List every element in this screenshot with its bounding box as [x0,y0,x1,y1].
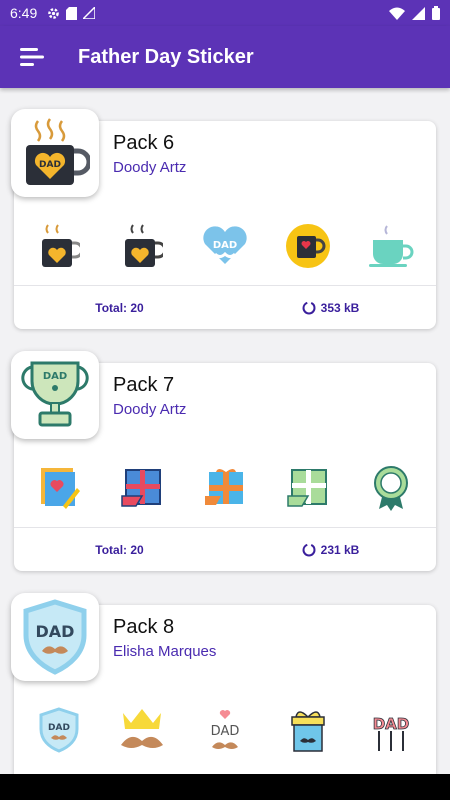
trophy-icon: DAD [21,361,89,427]
pack-author: Elisha Marques [113,643,217,660]
coffee-mug-icon [125,224,164,267]
battery-icon [432,6,440,20]
tea-cup-icon [368,225,414,267]
app-title: Father Day Sticker [78,45,254,68]
shield-icon: DAD [23,599,87,675]
pack-author: Doody Artz [113,401,187,418]
sticker-row: DAD [14,217,436,275]
sticker-row [14,459,436,517]
pack-card[interactable]: DAD Pack 8 Elisha Marques DAD DAD DAD [11,593,436,774]
loading-circle-icon [302,543,316,556]
sticker-item[interactable] [116,462,168,514]
coffee-mug-icon [42,224,81,267]
pack-thumbnail: DAD [11,109,99,197]
sticker-item[interactable] [33,220,85,272]
sticker-item[interactable] [282,462,334,514]
dad-letters-icon: DAD [372,715,409,751]
sticker-item[interactable]: DAD [33,704,85,756]
gear-icon [48,7,60,19]
pack-card[interactable]: DAD Pack 6 Doody Artz DAD Total: 20 353 … [11,109,436,329]
sticker-item[interactable] [116,220,168,272]
pack-thumbnail: DAD [11,351,99,439]
shield-dad-text: DAD [36,622,75,641]
heart-dad-icon: DAD [203,226,247,264]
menu-button[interactable] [0,26,64,88]
pack-name: Pack 6 [113,132,175,154]
mustache-dad-text: DAD [211,724,240,739]
sticker-item[interactable] [282,220,334,272]
sticker-item[interactable] [33,462,85,514]
pack-thumbnail: DAD [11,593,99,681]
card-footer: Total: 20 353 kB [14,286,436,329]
gift-box-icon [287,469,327,507]
pack-size-value: 353 kB [320,300,360,315]
sticker-item[interactable]: DAD [199,704,251,756]
sd-card-icon [66,6,78,20]
status-bar: 6:49 [0,0,450,26]
pack-name: Pack 8 [113,616,175,638]
coffee-mug-icon: DAD [26,118,90,185]
total-count: Total: 20 [95,300,144,315]
menu-icon [20,48,44,66]
sticker-row: DAD DAD DAD [14,701,436,759]
pack-card[interactable]: DAD Pack 7 Doody Artz Total: 20 231 kB [11,351,436,571]
heart-dad-text: DAD [213,240,237,251]
heart-dad-mustache-icon: DAD [211,710,240,749]
pack-list[interactable]: DAD Pack 6 Doody Artz DAD Total: 20 353 … [0,88,450,774]
crown-mustache-icon [121,709,164,748]
sticker-item[interactable] [365,462,417,514]
sticker-item[interactable] [116,704,168,756]
shield-dad-text: DAD [48,723,70,733]
sticker-item[interactable]: DAD [365,704,417,756]
badge-ribbon-icon [373,466,408,511]
pack-size-value: 231 kB [320,542,360,557]
card-footer: Total: 20 231 kB [14,528,436,571]
gift-tag-icon [121,469,162,507]
pack-author: Doody Artz [113,159,187,176]
letters-dad-text: DAD [372,715,409,733]
app-bar: Father Day Sticker [0,26,450,88]
gift-box-icon [204,469,243,505]
coffee-mug-icon [285,224,330,268]
sticker-item[interactable] [365,220,417,272]
pack-name: Pack 7 [113,374,175,396]
gift-box-icon [291,711,325,752]
shield-icon: DAD [39,707,79,753]
sticker-item[interactable]: DAD [199,220,251,272]
total-count: Total: 20 [95,542,144,557]
cellular-icon [412,6,425,20]
pack-size: 353 kB [225,301,436,315]
clock: 6:49 [10,5,38,21]
navigation-bar [0,774,450,800]
sticker-item[interactable] [282,704,334,756]
sticker-item[interactable] [199,462,251,514]
card-pencil-icon [41,468,81,509]
pack-size: 231 kB [225,543,436,557]
wifi-icon [389,7,405,20]
trophy-dad-text: DAD [43,371,67,382]
mug-dad-text: DAD [39,160,61,170]
signal-icon [83,7,96,19]
loading-circle-icon [302,301,316,314]
